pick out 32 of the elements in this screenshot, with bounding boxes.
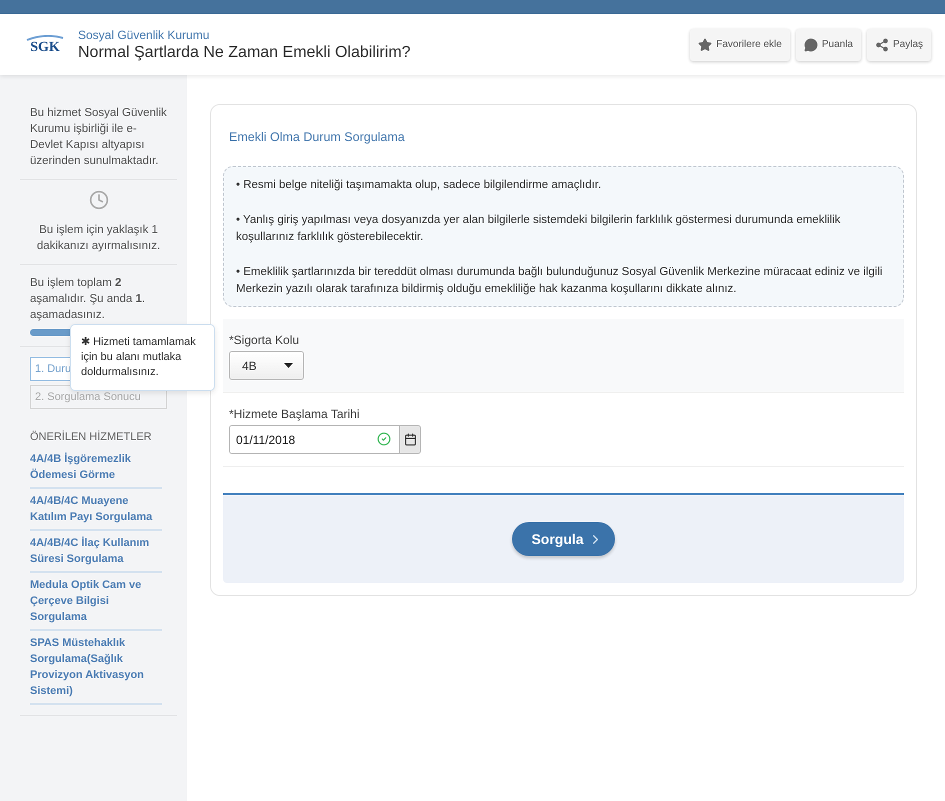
notice-text: • Yanlış giriş yapılması veya dosyanızda yer alan bilgilerle sistemdeki bilgilerin farklılık göstermesi durumunda emeklilik koşullarınız farklılık gösterebilecektir.: [236, 213, 842, 245]
duration-info: Bu işlem için yaklaşık 1 dakikanızı ayırmalısınız.: [36, 223, 162, 254]
calendar-icon: [404, 433, 416, 446]
share-icon: [874, 38, 889, 52]
clock-icon: [88, 190, 108, 210]
header-action-button[interactable]: Paylaş: [866, 28, 931, 60]
date-field[interactable]: 01/11/2018: [229, 425, 399, 454]
header-action-button[interactable]: Favorilere ekle: [690, 28, 790, 60]
submit-button[interactable]: Sorgula: [512, 522, 615, 556]
caret-icon: [284, 363, 293, 368]
calendar-button[interactable]: [399, 425, 421, 454]
speech-bubble-icon: [804, 38, 818, 52]
service-link[interactable]: SPAS Müstehaklık Sorgulama(Sağlık Provizyon Aktivasyon Sistemi): [30, 631, 162, 705]
field-label: *Sigorta Kolu: [229, 333, 300, 347]
page-title: Normal Şartlarda Ne Zaman Emekli Olabilirim?: [78, 44, 412, 62]
service-link[interactable]: 4A/4B İşgöremezlik Ödemesi Görme: [30, 447, 162, 489]
notice-text: • Emeklilik şartlarınızda bir tereddüt olması durumunda bağlı bulunduğunuz Sosyal Güvenlik Merkezine müracaat ediniz ve ilgili Merkezin yazılı olarak tarafınıza bildirmiş olduğu emekliliğe hak kazanma koşullarını dikkate alınız.: [236, 265, 884, 297]
tooltip: ✱ Hizmeti tamamlamak için bu alanı mutlaka doldurmalısınız.: [70, 324, 215, 391]
dropdown[interactable]: 4B: [229, 351, 304, 380]
service-info: Bu hizmet Sosyal Güvenlik Kurumu işbirliği ile e-Devlet Kapısı altyapısı üzerinden sunulmaktadır.: [30, 106, 167, 169]
star-icon: [698, 38, 712, 52]
section-heading: ÖNERİLEN HİZMETLER: [30, 431, 153, 443]
header-action-button[interactable]: Puanla: [796, 28, 861, 60]
service-link[interactable]: 4A/4B/4C İlaç Kullanım Süresi Sorgulama: [30, 531, 162, 573]
form-title: Emekli Olma Durum Sorgulama: [229, 130, 406, 144]
logo: SGK: [22, 30, 68, 60]
notice-text: • Resmi belge niteliği taşımamakta olup, sadece bilgilendirme amaçlıdır.: [236, 178, 602, 193]
stage-info: Bu işlem toplam 2 aşamalıdır. Şu anda 1. aşamadasınız.: [30, 276, 146, 323]
service-link[interactable]: 4A/4B/4C Muayene Katılım Payı Sorgulama: [30, 489, 162, 531]
field-label: *Hizmete Başlama Tarihi: [229, 407, 360, 421]
agency-name: Sosyal Güvenlik Kurumu: [78, 28, 210, 42]
service-link[interactable]: Medula Optik Cam ve Çerçeve Bilgisi Sorgulama: [30, 573, 162, 631]
